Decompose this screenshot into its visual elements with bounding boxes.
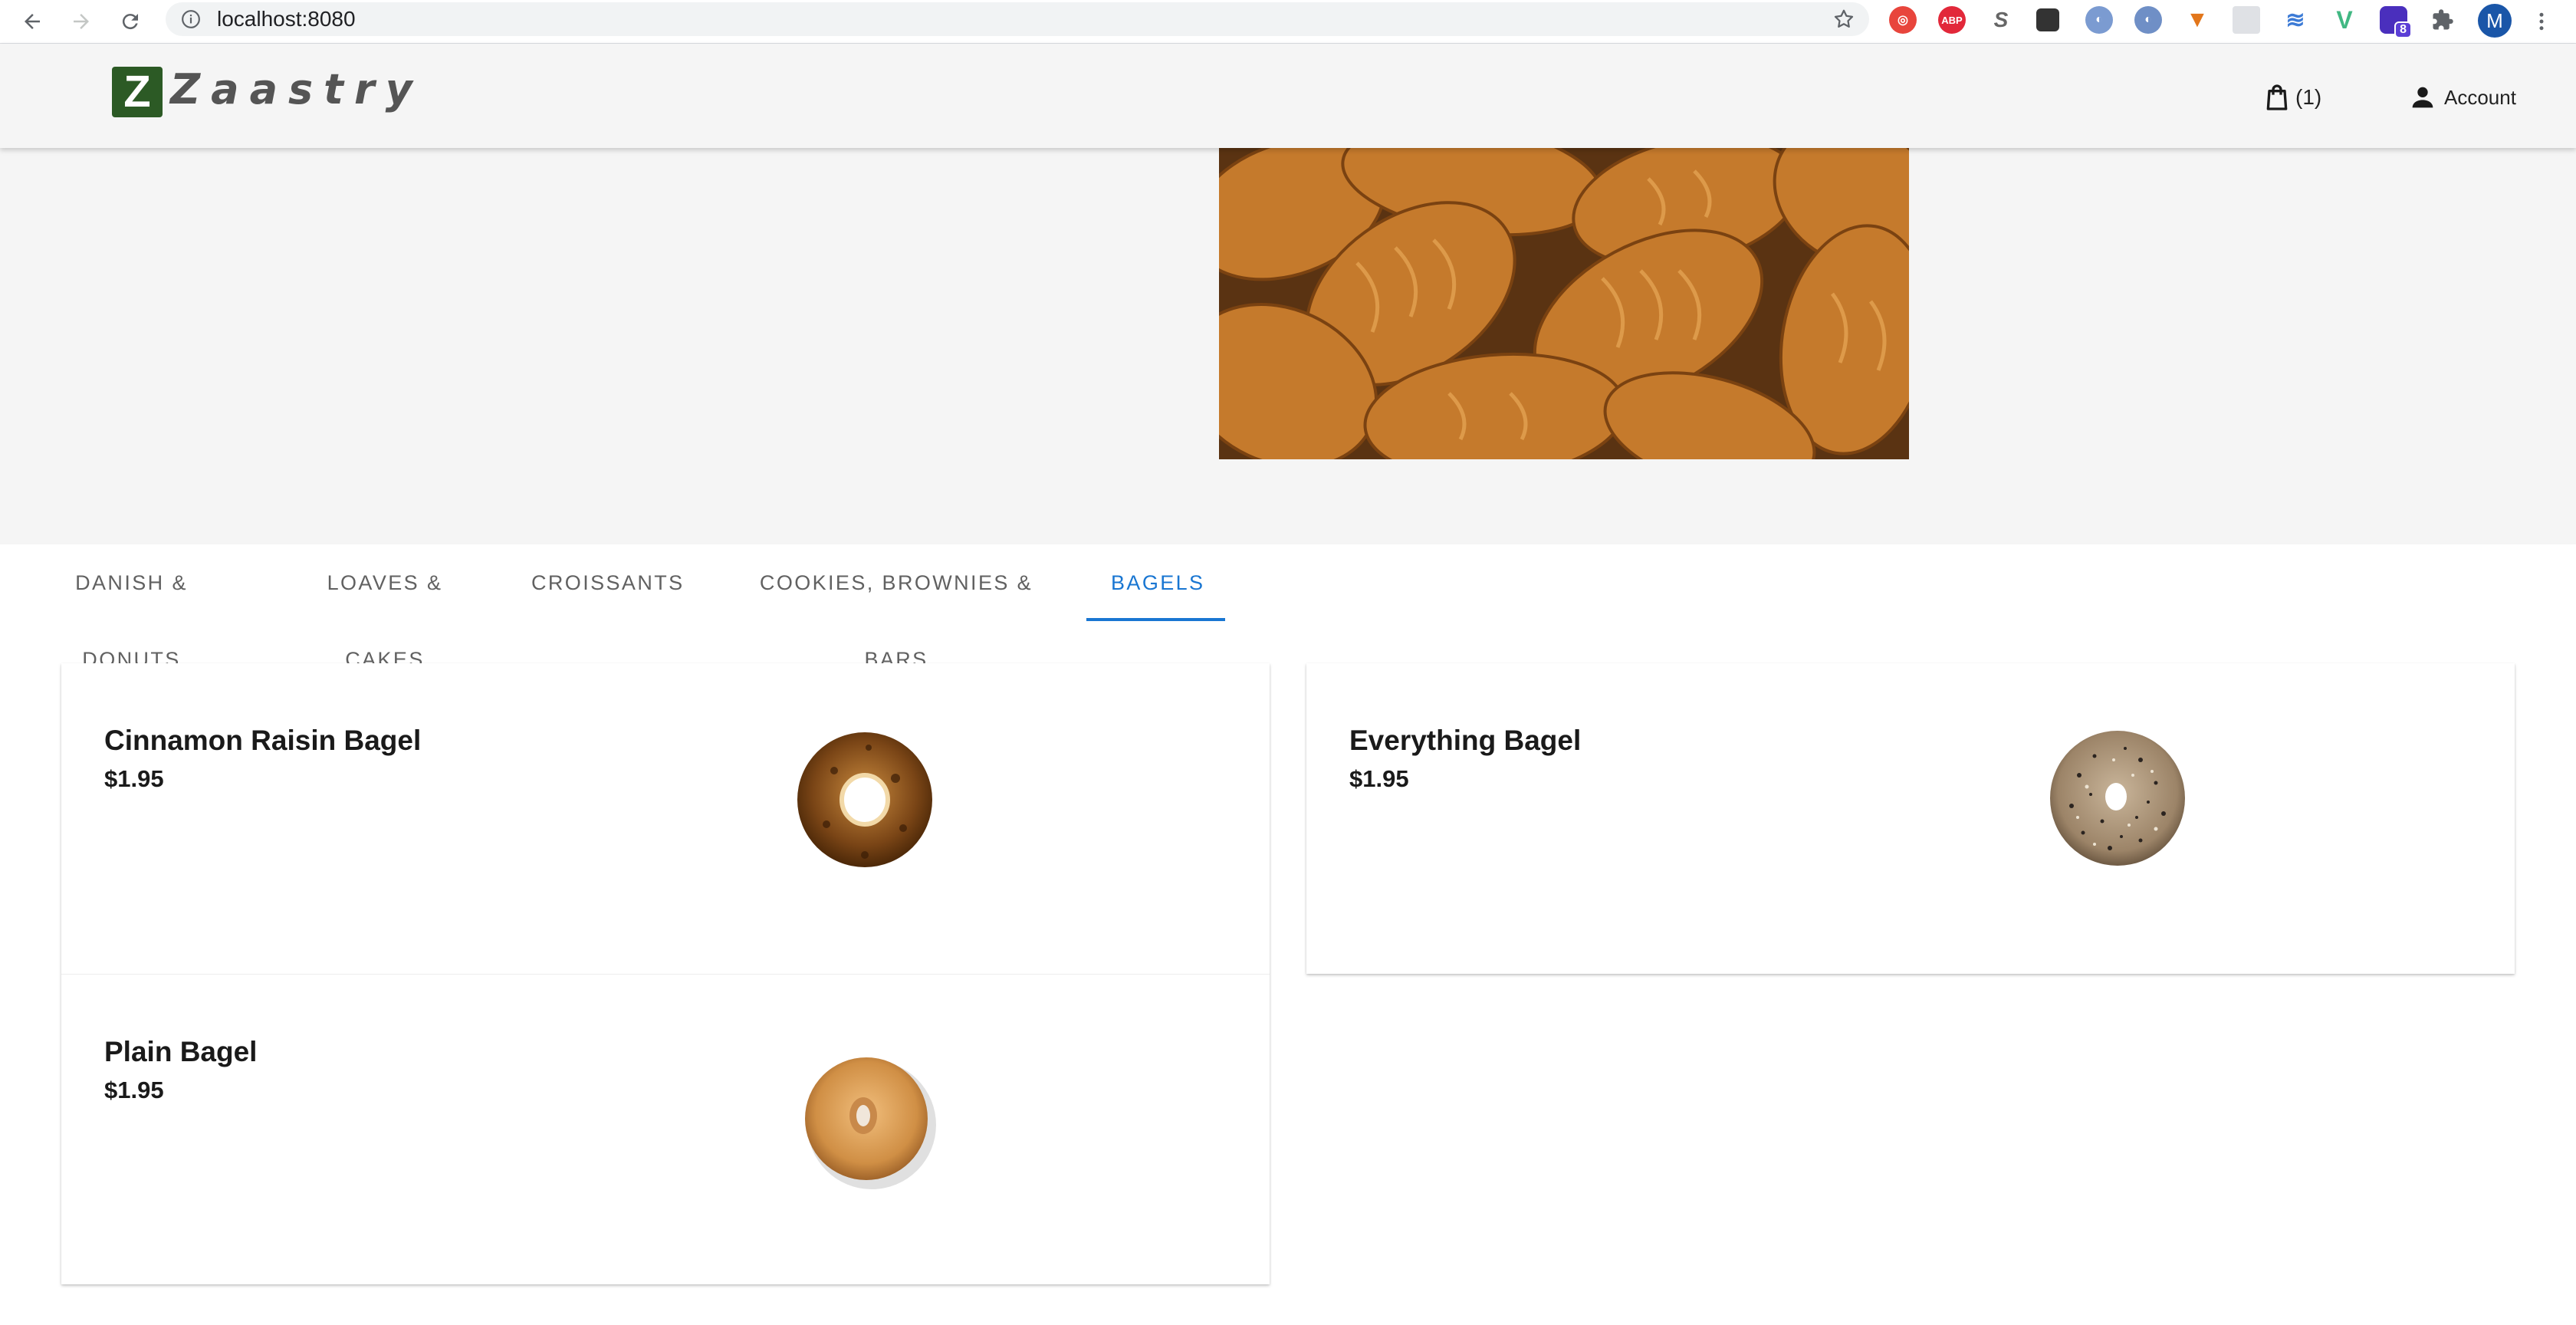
blue-extension-icon[interactable]: ◐ bbox=[2085, 6, 2113, 34]
product-card-left: Cinnamon Raisin Bagel $1.95 Plain Bagel bbox=[61, 663, 1270, 1284]
profile-avatar[interactable]: M bbox=[2478, 4, 2512, 38]
s-extension-icon[interactable]: S bbox=[1987, 6, 2015, 34]
product-item-cinnamon-raisin-bagel[interactable]: Cinnamon Raisin Bagel $1.95 bbox=[61, 663, 1270, 974]
everything-bagel-image bbox=[2049, 729, 2187, 867]
bookmark-star-icon[interactable] bbox=[1832, 8, 1855, 31]
reload-icon bbox=[122, 14, 138, 30]
product-card-right: Everything Bagel $1.95 bbox=[1306, 663, 2515, 974]
shopping-bag-icon bbox=[2266, 84, 2288, 110]
layers-extension-icon[interactable]: ≋ bbox=[2282, 6, 2309, 34]
hero-banner bbox=[0, 148, 2576, 544]
extension-badge: 8 bbox=[2394, 21, 2412, 38]
tab-cookies-brownies-bars[interactable]: COOKIES, BROWNIES & BARS bbox=[706, 544, 1086, 671]
product-price: $1.95 bbox=[104, 1077, 164, 1103]
ghostery-extension-icon[interactable]: ◎ bbox=[1889, 6, 1917, 34]
tab-bagels[interactable]: BAGELS bbox=[1086, 544, 1225, 621]
croissants-hero-image bbox=[1219, 148, 1909, 459]
product-name: Everything Bagel bbox=[1349, 725, 1582, 756]
badge-extension-icon[interactable]: 8 bbox=[2380, 6, 2412, 38]
product-name: Plain Bagel bbox=[104, 1036, 258, 1067]
vue-devtools-icon[interactable]: V bbox=[2331, 6, 2358, 34]
tab-croissants[interactable]: CROISSANTS bbox=[507, 544, 706, 621]
plain-bagel-image bbox=[799, 1051, 937, 1189]
extensions-puzzle-icon[interactable] bbox=[2429, 6, 2456, 34]
product-item-plain-bagel[interactable]: Plain Bagel $1.95 bbox=[61, 974, 1270, 1285]
app-header: Z Zaastry (1) Account bbox=[0, 44, 2576, 148]
browser-menu-icon[interactable] bbox=[2530, 8, 2553, 35]
browser-toolbar: localhost:8080 ◎ ABP S ◐ ◐ ▼ ≋ V 8 M bbox=[0, 0, 2576, 44]
address-bar[interactable]: localhost:8080 bbox=[166, 2, 1869, 36]
tab-danish-donuts[interactable]: DANISH & DONUTS bbox=[0, 544, 263, 671]
grid-extension-icon[interactable] bbox=[2233, 6, 2260, 34]
forward-button[interactable] bbox=[64, 5, 98, 38]
info-icon[interactable] bbox=[181, 9, 201, 29]
logo-mark[interactable]: Z bbox=[112, 67, 163, 117]
forward-arrow-icon bbox=[74, 14, 89, 29]
url-text[interactable]: localhost:8080 bbox=[217, 2, 356, 36]
product-item-everything-bagel[interactable]: Everything Bagel $1.95 bbox=[1306, 663, 2515, 974]
pocket-extension-icon[interactable] bbox=[2036, 8, 2059, 31]
tab-loaves-cakes[interactable]: LOAVES & CAKES bbox=[263, 544, 507, 671]
cart-button[interactable]: (1) bbox=[2262, 81, 2321, 114]
metamask-extension-icon[interactable]: ▼ bbox=[2183, 6, 2211, 34]
back-button[interactable] bbox=[15, 5, 49, 38]
category-tabs: DANISH & DONUTS LOAVES & CAKES CROISSANT… bbox=[0, 544, 2576, 671]
person-icon bbox=[2412, 87, 2433, 108]
product-price: $1.95 bbox=[104, 765, 164, 792]
product-price: $1.95 bbox=[1349, 765, 1409, 792]
product-name: Cinnamon Raisin Bagel bbox=[104, 725, 422, 756]
adblock-extension-icon[interactable]: ABP bbox=[1938, 6, 1966, 34]
cinnamon-raisin-bagel-image bbox=[796, 732, 934, 870]
back-arrow-icon bbox=[25, 14, 40, 29]
logo-letter: Z bbox=[123, 67, 151, 117]
account-label: Account bbox=[2444, 85, 2516, 109]
cart-count: (1) bbox=[2295, 85, 2322, 109]
account-button[interactable]: Account bbox=[2407, 82, 2516, 113]
blue-extension-2-icon[interactable]: ◐ bbox=[2134, 6, 2162, 34]
reload-button[interactable] bbox=[113, 5, 147, 38]
logo-text[interactable]: Zaastry bbox=[170, 67, 423, 113]
